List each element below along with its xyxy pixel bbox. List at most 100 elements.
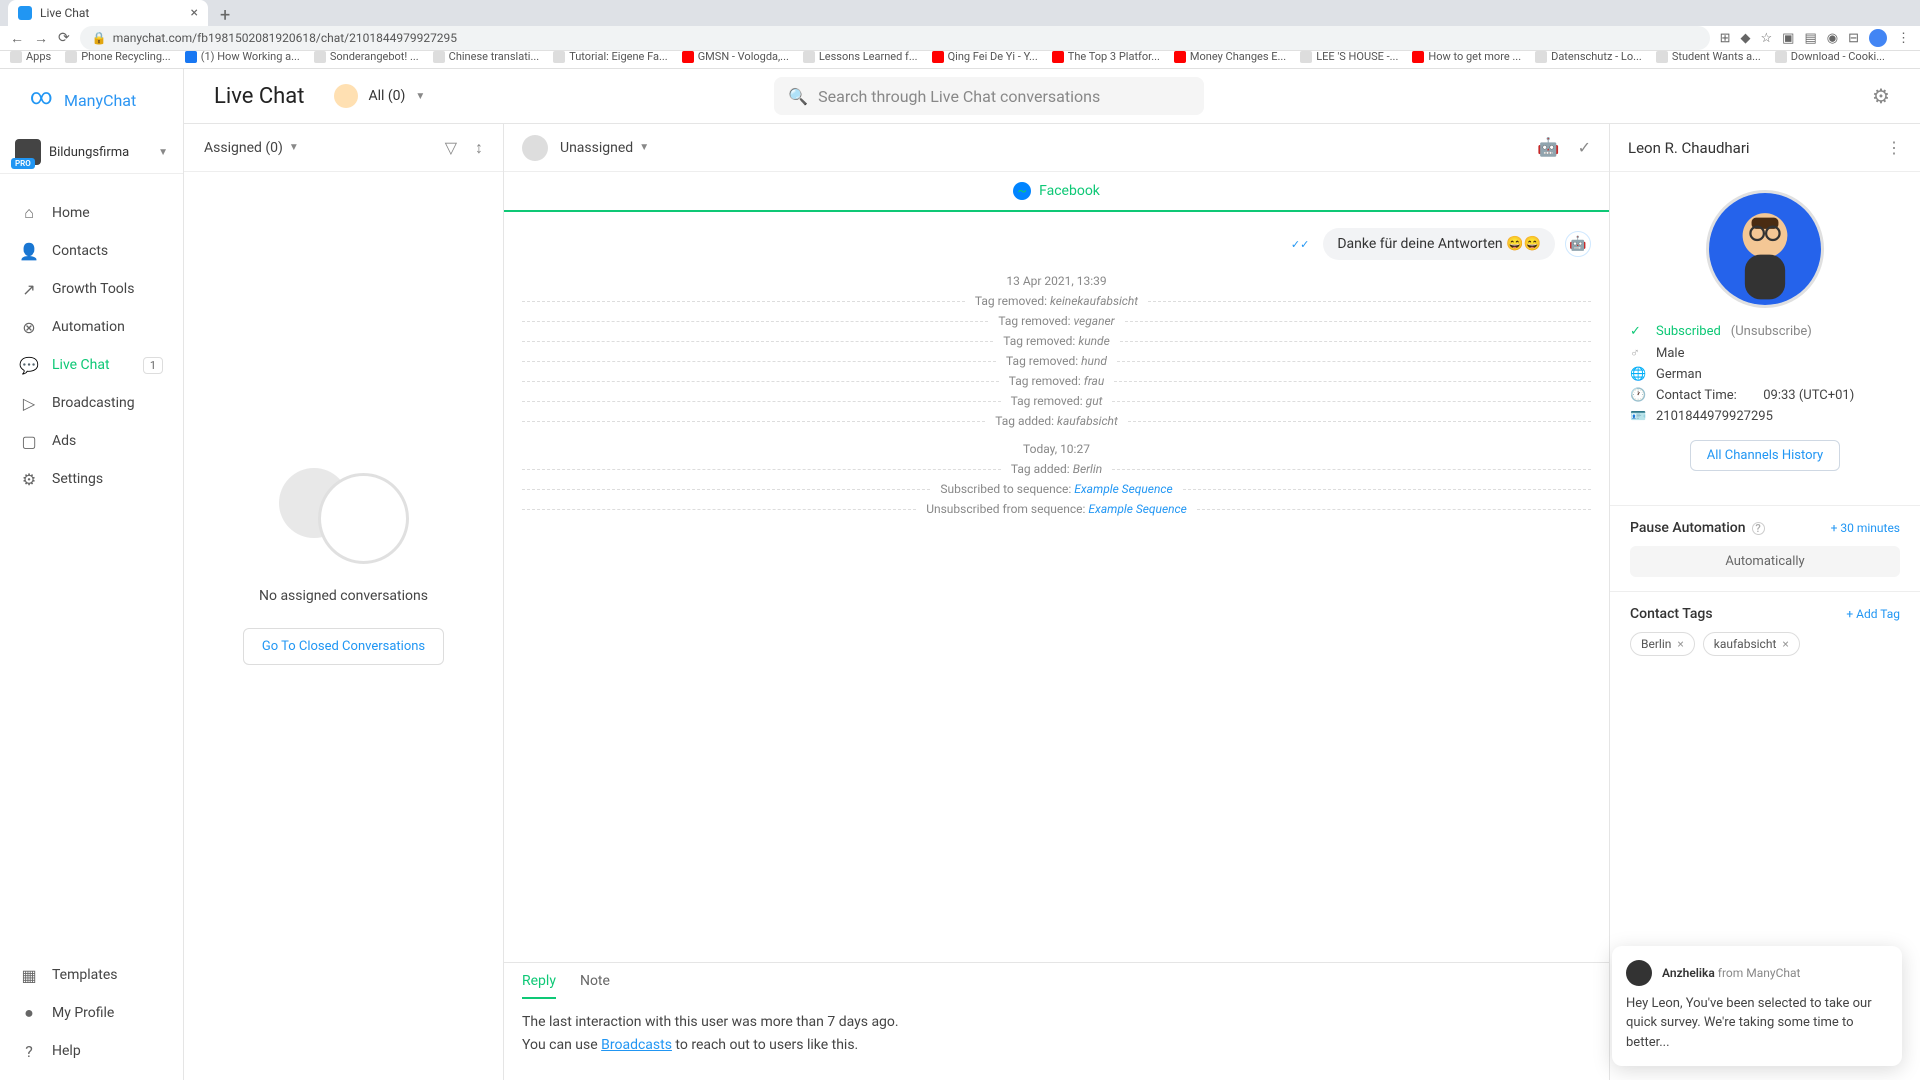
address-bar[interactable]: 🔒 manychat.com/fb198150208192061​8/chat/… <box>80 26 1710 50</box>
ext5-icon[interactable]: ⊟ <box>1848 31 1859 46</box>
ext4-icon[interactable]: ◉ <box>1827 31 1838 46</box>
bookmark-item[interactable]: Datenschutz - Lo... <box>1535 50 1642 63</box>
logo[interactable]: ManyChat <box>0 69 183 131</box>
gender-icon: ♂ <box>1630 345 1646 361</box>
popup-message: Hey Leon, You've been selected to take o… <box>1626 994 1888 1053</box>
settings-icon[interactable]: ⚙ <box>1872 84 1890 108</box>
notification-popup[interactable]: Anzhelika from ManyChat Hey Leon, You've… <box>1612 946 1902 1067</box>
gear-icon: ⚙ <box>20 470 38 488</box>
bookmark-item[interactable]: GMSN - Vologda,... <box>682 50 789 63</box>
channel-filter[interactable]: All (0) ▼ <box>334 84 425 108</box>
ext-icon[interactable]: ◆ <box>1741 31 1751 46</box>
composer-hint: You can use Broadcasts to reach out to u… <box>522 1034 1591 1056</box>
sidebar-item-growth[interactable]: ↗Growth Tools <box>0 270 183 308</box>
bookmark-item[interactable]: Student Wants a... <box>1656 50 1761 63</box>
logo-icon <box>30 87 56 113</box>
bookmark-item[interactable]: Tutorial: Eigene Fa... <box>553 50 668 63</box>
close-icon[interactable]: × <box>191 5 198 21</box>
bookmark-item[interactable]: Chinese translati... <box>433 50 540 63</box>
bookmark-item[interactable]: Qing Fei De Yi - Y... <box>932 50 1038 63</box>
outgoing-message: ✓✓ Danke für deine Antworten 😄😄 🤖 <box>522 228 1591 260</box>
sidebar-item-broadcasting[interactable]: ▷Broadcasting <box>0 384 183 422</box>
sidebar-item-help[interactable]: ?Help <box>0 1032 183 1070</box>
sidebar-item-templates[interactable]: ▦Templates <box>0 956 183 994</box>
contact-panel: Leon R. Chaudhari ⋮ ✓ Subscribed (Unsubs… <box>1610 124 1920 1080</box>
reload-icon[interactable]: ⟳ <box>58 30 70 46</box>
bookmark-item[interactable]: The Top 3 Platfor... <box>1052 50 1160 63</box>
read-icon: ✓✓ <box>1291 238 1309 251</box>
bookmark-item[interactable]: Money Changes E... <box>1174 50 1286 63</box>
ext3-icon[interactable]: ▤ <box>1804 31 1816 46</box>
help-icon[interactable]: ? <box>1752 522 1765 535</box>
done-icon[interactable]: ✓ <box>1578 138 1591 157</box>
bookmark-item[interactable]: Apps <box>10 50 51 63</box>
more-icon[interactable]: ⋮ <box>1886 138 1902 157</box>
livechat-badge: 1 <box>143 357 163 374</box>
back-icon[interactable]: ← <box>10 30 24 47</box>
profile-icon: ● <box>20 1004 38 1022</box>
ext2-icon[interactable]: ▣ <box>1782 31 1794 46</box>
tag-event: Tag removed: gut <box>1011 394 1103 408</box>
chevron-down-icon: ▼ <box>639 142 649 153</box>
workspace-selector[interactable]: PRO Bildungsfirma ▼ <box>0 131 183 174</box>
growth-icon: ↗ <box>20 280 38 298</box>
add-30-minutes-link[interactable]: + 30 minutes <box>1831 521 1900 535</box>
sequence-event: Unsubscribed from sequence: Example Sequ… <box>926 502 1187 516</box>
search-input[interactable]: 🔍 Search through Live Chat conversations <box>774 77 1204 115</box>
pro-badge: PRO <box>11 158 35 169</box>
url-text: manychat.com/fb198150208192061​8/chat/21… <box>113 31 457 45</box>
channel-banner: ~ Facebook <box>504 172 1609 212</box>
workspace-name: Bildungsfirma <box>49 145 150 160</box>
broadcasts-link[interactable]: Broadcasts <box>601 1037 672 1053</box>
bookmark-item[interactable]: (1) How Working a... <box>185 50 300 63</box>
filter-icon[interactable]: ▽ <box>445 138 457 158</box>
remove-tag-icon[interactable]: × <box>1677 637 1683 651</box>
broadcast-icon: ▷ <box>20 394 38 412</box>
bookmark-item[interactable]: Lessons Learned f... <box>803 50 918 63</box>
closed-conversations-button[interactable]: Go To Closed Conversations <box>243 628 444 665</box>
tag-event: Tag removed: kunde <box>1003 334 1110 348</box>
chevron-down-icon: ▼ <box>415 91 425 102</box>
assignee-dropdown[interactable]: Unassigned ▼ <box>560 140 649 156</box>
templates-icon: ▦ <box>20 966 38 984</box>
bookmark-item[interactable]: Phone Recycling... <box>65 50 170 63</box>
globe-icon: 🌐 <box>1630 367 1646 382</box>
menu-icon[interactable]: ⋮ <box>1897 31 1910 46</box>
tab-note[interactable]: Note <box>580 973 610 999</box>
bookmark-item[interactable]: LEE 'S HOUSE -... <box>1300 50 1398 63</box>
assigned-dropdown[interactable]: Assigned (0) ▼ <box>204 140 299 156</box>
profile-icon[interactable] <box>1869 29 1887 47</box>
facebook-icon: ~ <box>1013 182 1031 200</box>
sidebar-item-home[interactable]: ⌂Home <box>0 194 183 232</box>
sidebar-item-contacts[interactable]: 👤Contacts <box>0 232 183 270</box>
sidebar-item-settings[interactable]: ⚙Settings <box>0 460 183 498</box>
contacts-icon: 👤 <box>20 242 38 260</box>
unsubscribe-link[interactable]: (Unsubscribe) <box>1731 324 1812 339</box>
composer: Reply Note The last interaction with thi… <box>504 962 1609 1080</box>
tab-reply[interactable]: Reply <box>522 973 556 999</box>
sidebar-item-automation[interactable]: ⊗Automation <box>0 308 183 346</box>
sidebar-item-ads[interactable]: ▢Ads <box>0 422 183 460</box>
bot-icon[interactable]: 🤖 <box>1537 137 1559 158</box>
bookmark-item[interactable]: How to get more ... <box>1412 50 1521 63</box>
contact-name: Leon R. Chaudhari <box>1628 139 1750 157</box>
empty-chat-icon <box>279 468 409 568</box>
bookmark-item[interactable]: Sonderangebot! ... <box>314 50 419 63</box>
automation-status: Automatically <box>1630 546 1900 577</box>
bookmark-item[interactable]: Download - Cooki... <box>1775 50 1885 63</box>
sidebar-item-profile[interactable]: ●My Profile <box>0 994 183 1032</box>
contact-time-row: 🕐Contact Time: 09:33 (UTC+01) <box>1630 388 1900 403</box>
pause-automation-section: Pause Automation? + 30 minutes Automatic… <box>1610 505 1920 591</box>
star-icon[interactable]: ☆ <box>1761 31 1773 46</box>
page-header: Live Chat All (0) ▼ 🔍 Search through Liv… <box>184 69 1920 124</box>
add-tag-link[interactable]: + Add Tag <box>1846 607 1900 621</box>
sequence-event: Subscribed to sequence: Example Sequence <box>940 482 1172 496</box>
remove-tag-icon[interactable]: × <box>1782 637 1788 651</box>
sort-icon[interactable]: ↕ <box>475 138 483 158</box>
forward-icon[interactable]: → <box>34 30 48 47</box>
sidebar-item-livechat[interactable]: 💬Live Chat1 <box>0 346 183 384</box>
translate-icon[interactable]: ⊞ <box>1720 31 1731 46</box>
new-tab-button[interactable]: + <box>212 5 238 26</box>
browser-tab[interactable]: Live Chat × <box>8 0 208 26</box>
all-channels-history-button[interactable]: All Channels History <box>1690 440 1840 471</box>
